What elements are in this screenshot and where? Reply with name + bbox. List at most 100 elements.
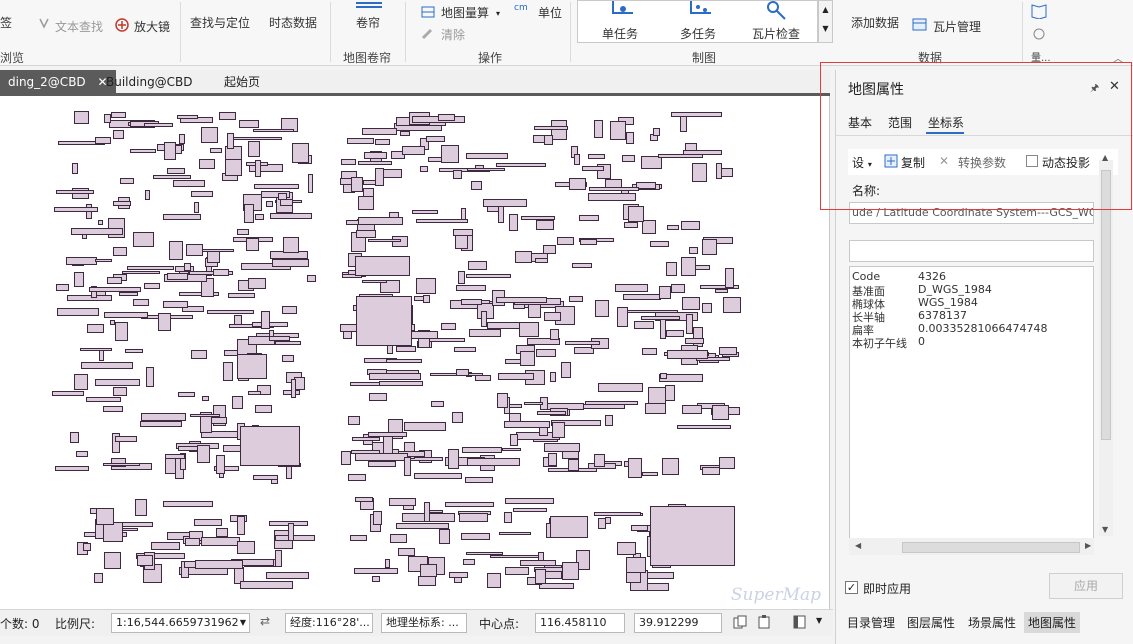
temporal-data-button[interactable]: 时态数据 (269, 14, 317, 31)
settings-icon[interactable] (1031, 26, 1047, 45)
building-footprint (670, 111, 722, 118)
building-footprint (641, 156, 663, 170)
building-footprint (374, 167, 384, 187)
building-footprint (622, 154, 635, 163)
building-footprint (133, 231, 154, 247)
building-footprint (461, 533, 491, 540)
scroll-left-icon[interactable]: ◀ (855, 541, 861, 550)
building-footprint (248, 391, 261, 395)
tab-scene-properties[interactable]: 场景属性 (964, 612, 1020, 633)
tab-label: ding_2@CBD (8, 75, 86, 89)
status-bar: 个数: 0 比例尺: 1:16,544.6659731962 ▼ ⇄ 经度:11… (0, 609, 833, 636)
building-footprint (176, 115, 199, 120)
building-footprint (714, 289, 729, 293)
building-footprint (87, 324, 104, 333)
building-footprint (573, 154, 580, 166)
copy-icon[interactable] (733, 615, 747, 632)
building-footprint (56, 308, 100, 317)
building-footprint (133, 299, 150, 306)
tab-layer-properties[interactable]: 图层属性 (903, 612, 959, 633)
building-footprint (550, 516, 588, 538)
single-task-button[interactable]: 单任务 (602, 25, 638, 42)
building-footprint (711, 404, 730, 421)
tile-manage-button[interactable]: 瓦片管理 (933, 18, 981, 35)
scroll-down-icon[interactable]: ▼ (1102, 525, 1108, 534)
building-footprint (55, 466, 90, 471)
tile-check-button[interactable]: 瓦片检查 (752, 25, 800, 42)
swap-icon[interactable]: ⇄ (260, 614, 270, 628)
scale-select[interactable]: 1:16,544.6659731962 ▼ (111, 613, 250, 633)
building-footprint (593, 453, 606, 467)
chevron-down-icon[interactable]: ▼ (816, 616, 822, 625)
roller-blind-button[interactable]: 卷帘 (356, 14, 380, 31)
building-footprint (144, 189, 150, 200)
building-footprint (144, 122, 173, 128)
building-footprint (652, 128, 661, 137)
building-footprint (416, 218, 469, 224)
vertical-scroll-thumb[interactable] (1101, 170, 1111, 440)
building-footprint (458, 271, 466, 285)
gallery-scroll[interactable]: ▲ ▼ (818, 0, 833, 43)
magnifier-button[interactable]: 放大镜 (134, 18, 170, 35)
building-footprint (202, 395, 209, 401)
map-measure-button[interactable]: 地图量算 (441, 4, 489, 21)
apply-button[interactable]: 应用 (1049, 573, 1123, 599)
layout-icon[interactable] (793, 615, 807, 632)
bookmark-button[interactable]: 签 (0, 14, 12, 31)
building-footprint (224, 158, 243, 176)
description-field[interactable] (849, 240, 1094, 262)
building-footprint (95, 258, 113, 263)
instant-apply-checkbox[interactable]: ✓ (845, 581, 858, 594)
building-footprint (692, 163, 708, 182)
building-footprint (524, 402, 544, 406)
center-x-input[interactable]: 116.458110 (535, 613, 625, 633)
building-footprint (567, 458, 579, 472)
clear-button[interactable]: 清除 (441, 26, 465, 43)
building-footprint (228, 293, 255, 298)
building-footprint (98, 219, 104, 226)
multi-task-icon (686, 1, 716, 24)
building-footprint (346, 137, 375, 145)
tab-map-properties[interactable]: 地图属性 (1024, 612, 1081, 633)
tab-catalog-manage[interactable]: 目录管理 (843, 612, 899, 633)
paste-icon[interactable] (757, 615, 771, 632)
building-footprint (562, 562, 580, 580)
building-footprint (441, 145, 460, 163)
add-data-button[interactable]: 添加数据 (851, 14, 899, 31)
building-footprint (402, 146, 426, 155)
building-footprint (466, 457, 520, 466)
building-footprint (533, 126, 568, 131)
unit-icon: cm (514, 3, 528, 13)
building-footprint (412, 210, 439, 215)
building-footprint (95, 508, 115, 526)
book-icon[interactable] (1030, 3, 1048, 22)
unit-button[interactable]: 单位 (538, 4, 562, 21)
building-footprint (388, 497, 416, 506)
building-footprint (162, 501, 213, 508)
info-value: 0 (918, 335, 925, 348)
building-footprint (193, 201, 199, 214)
building-footprint (461, 299, 482, 306)
building-footprint (65, 257, 97, 265)
cartography-gallery[interactable]: 单任务 多任务 瓦片检查 (577, 0, 818, 43)
multi-task-button[interactable]: 多任务 (680, 25, 716, 42)
map-canvas[interactable]: SuperMap (0, 96, 830, 609)
building-footprint (237, 540, 256, 554)
building-footprint (509, 434, 519, 446)
horizontal-scroll-thumb[interactable] (902, 542, 1080, 553)
scroll-right-icon[interactable]: ▶ (1085, 541, 1091, 550)
building-footprint (191, 349, 207, 359)
coordinate-system[interactable]: 地理坐标系: ... (381, 613, 467, 633)
text-find-button[interactable]: 文本查找 (55, 18, 103, 35)
building-footprint (358, 160, 392, 166)
tab-start-page[interactable]: 起始页 (216, 70, 268, 94)
building-footprint (274, 549, 283, 568)
find-locate-button[interactable]: 查找与定位 (190, 14, 250, 31)
tab-building-cbd[interactable]: Building@CBD (98, 70, 201, 94)
center-y-input[interactable]: 39.912299 (634, 613, 722, 633)
building-footprint (497, 372, 534, 381)
chevron-down-icon: ▼ (239, 618, 246, 627)
building-footprint (107, 276, 123, 284)
building-footprint (271, 259, 310, 268)
building-footprint (167, 168, 186, 175)
